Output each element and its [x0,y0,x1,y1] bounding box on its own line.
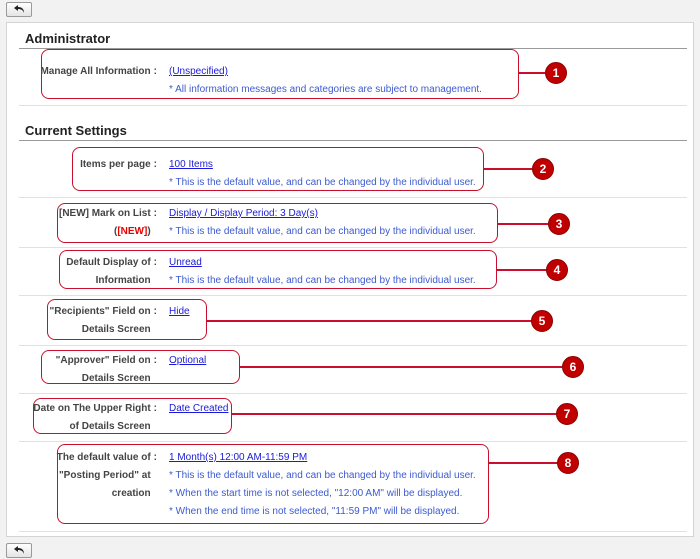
note-posting-period-3: * When the end time is not selected, "11… [169,506,460,517]
row-divider [19,393,687,394]
back-button[interactable] [6,2,32,17]
label-manage-all: Manage All Information: [40,66,157,77]
back-arrow-icon [13,5,24,13]
callout-badge-4: 4 [546,259,568,281]
value-manage-all: (Unspecified) * All information messages… [169,63,482,99]
value-new-mark: Display / Display Period: 3 Day(s) * Thi… [169,205,476,241]
value-recipients: Hide [169,303,190,321]
note-posting-period-2: * When the start time is not selected, "… [169,488,463,499]
section-divider [19,48,687,49]
note-manage-all: * All information messages and categorie… [169,84,482,95]
link-items-per-page[interactable]: 100 Items [169,159,213,170]
row-divider [19,295,687,296]
label-posting-period: The default value of: "Posting Period" a… [56,452,157,499]
bottom-toolbar [0,541,700,559]
label-approver: "Approver" Field on: Details Screen: [55,355,157,384]
link-default-display[interactable]: Unread [169,257,202,268]
label-new-mark: [NEW] Mark on List: ([NEW]): [58,208,157,237]
row-divider [19,441,687,442]
value-date-upper-right: Date Created [169,400,228,418]
callout-badge-7: 7 [556,403,578,425]
row-divider [19,105,687,106]
section-title-current-settings: Current Settings [25,123,127,138]
new-mark-badge: [NEW] [117,226,148,237]
callout-leader-2 [484,168,532,170]
note-posting-period-1: * This is the default value, and can be … [169,470,476,481]
row-divider [19,345,687,346]
label-items-per-page: Items per page: [80,159,157,170]
note-default-display: * This is the default value, and can be … [169,275,476,286]
link-posting-period[interactable]: 1 Month(s) 12:00 AM-11:59 PM [169,452,307,463]
callout-leader-1 [519,72,545,74]
value-posting-period: 1 Month(s) 12:00 AM-11:59 PM * This is t… [169,449,476,521]
label-recipients: "Recipients" Field on: Details Screen: [49,306,157,335]
callout-badge-6: 6 [562,356,584,378]
callout-leader-3 [498,223,548,225]
link-manage-all[interactable]: (Unspecified) [169,66,228,77]
label-default-display: Default Display of: Information: [66,257,157,286]
callout-leader-6 [240,366,562,368]
value-items-per-page: 100 Items * This is the default value, a… [169,156,476,192]
callout-badge-3: 3 [548,213,570,235]
callout-badge-1: 1 [545,62,567,84]
value-default-display: Unread * This is the default value, and … [169,254,476,290]
link-new-mark[interactable]: Display / Display Period: 3 Day(s) [169,208,318,219]
section-divider [19,140,687,141]
note-items-per-page: * This is the default value, and can be … [169,177,476,188]
link-approver[interactable]: Optional [169,355,206,366]
row-divider [19,531,687,532]
value-approver: Optional [169,352,206,370]
link-date-upper-right[interactable]: Date Created [169,403,228,414]
callout-leader-7 [232,413,556,415]
row-divider [19,197,687,198]
callout-badge-2: 2 [532,158,554,180]
callout-badge-8: 8 [557,452,579,474]
label-date-upper-right: Date on The Upper Right: of Details Scre… [33,403,157,432]
callout-leader-8 [489,462,557,464]
link-recipients[interactable]: Hide [169,306,190,317]
section-title-administrator: Administrator [25,31,111,46]
row-divider [19,247,687,248]
back-arrow-icon [13,546,24,554]
callout-badge-5: 5 [531,310,553,332]
callout-leader-4 [497,269,546,271]
callout-leader-5 [207,320,531,322]
note-new-mark: * This is the default value, and can be … [169,226,476,237]
settings-panel: Administrator Manage All Information: (U… [6,22,694,537]
back-button-bottom[interactable] [6,543,32,558]
top-toolbar [0,0,700,18]
